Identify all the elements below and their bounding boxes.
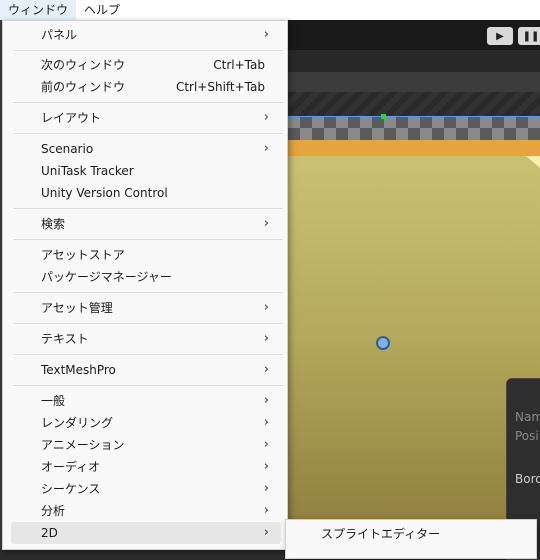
menu-item-asset-management[interactable]: アセット管理 › (11, 297, 281, 319)
menu-separator (13, 323, 283, 324)
menu-help[interactable]: ヘルプ (76, 0, 128, 20)
menu-item-label: レイアウト (41, 111, 102, 125)
inspector-position-label: Posi (515, 429, 539, 443)
chevron-right-icon: › (263, 331, 269, 346)
menu-item-label: アセットストア (41, 248, 125, 262)
menu-item-next-window[interactable]: 次のウィンドウ Ctrl+Tab (11, 54, 281, 76)
menu-separator (13, 385, 283, 386)
menu-item-label: シーケンス (41, 482, 101, 496)
chevron-right-icon: › (263, 362, 269, 377)
menu-item-label: Unity Version Control (41, 186, 168, 200)
menu-item-label: Scenario (41, 142, 94, 156)
editor-tab-strip (288, 50, 540, 72)
inspector-border-label: Bord (515, 472, 540, 486)
chevron-right-icon: › (263, 110, 269, 125)
submenu-2d: スプライトエディター (285, 519, 537, 559)
chevron-right-icon: › (263, 525, 269, 540)
menu-shortcut: Ctrl+Tab (213, 58, 265, 72)
menu-separator (13, 292, 283, 293)
editor-subtoolbar (288, 72, 540, 92)
chevron-right-icon: › (263, 216, 269, 231)
menu-item-label: パッケージマネージャー (41, 270, 172, 284)
rect-handle[interactable] (381, 114, 386, 119)
chevron-right-icon: › (263, 481, 269, 496)
menu-item-panel[interactable]: パネル › (11, 24, 281, 46)
menu-item-2d[interactable]: 2D › (11, 522, 281, 544)
menu-separator (13, 239, 283, 240)
menu-window[interactable]: ウィンドウ (0, 0, 77, 20)
menu-item-label: 2D (41, 526, 58, 540)
menu-item-label: アセット管理 (41, 301, 113, 315)
menu-item-prev-window[interactable]: 前のウィンドウ Ctrl+Shift+Tab (11, 76, 281, 98)
scene-orange-bar (288, 140, 540, 156)
selection-line (288, 116, 540, 117)
menu-item-search[interactable]: 検索 › (11, 213, 281, 235)
scene-view[interactable] (288, 156, 540, 550)
menu-item-label: アニメーション (41, 438, 125, 452)
menu-item-label: テキスト (41, 332, 89, 346)
menu-item-label: 検索 (41, 217, 66, 231)
menu-item-unity-version-control[interactable]: Unity Version Control (11, 182, 281, 204)
submenu-item-sprite-editor[interactable]: スプライトエディター (321, 525, 440, 542)
chevron-right-icon: › (263, 393, 269, 408)
menu-item-label: オーディオ (41, 460, 101, 474)
menu-item-label: 分析 (41, 504, 66, 518)
menu-separator (13, 354, 283, 355)
menu-separator (13, 50, 283, 51)
menu-item-animation[interactable]: アニメーション › (11, 434, 281, 456)
chevron-right-icon: › (263, 459, 269, 474)
menu-item-audio[interactable]: オーディオ › (11, 456, 281, 478)
menu-item-asset-store[interactable]: アセットストア (11, 244, 281, 266)
menu-separator (13, 208, 283, 209)
menu-shortcut: Ctrl+Shift+Tab (175, 80, 265, 94)
menu-item-label: 前のウィンドウ (41, 80, 126, 94)
scene-corner-shape (526, 156, 540, 168)
play-button[interactable]: ▶ (487, 27, 513, 45)
chevron-right-icon: › (263, 437, 269, 452)
menu-item-scenario[interactable]: Scenario › (11, 138, 281, 160)
menu-item-general[interactable]: 一般 › (11, 390, 281, 412)
chevron-right-icon: › (263, 141, 269, 156)
menu-bar: ウィンドウ ヘルプ (0, 0, 540, 20)
inspector-name-label: Nam (515, 410, 540, 424)
menu-item-rendering[interactable]: レンダリング › (11, 412, 281, 434)
pause-button[interactable]: ❚❚ (518, 27, 540, 45)
menu-item-layout[interactable]: レイアウト › (11, 107, 281, 129)
play-icon: ▶ (496, 30, 504, 42)
menu-item-label: UniTask Tracker (41, 164, 134, 178)
menu-separator (13, 133, 283, 134)
chevron-right-icon: › (263, 27, 269, 42)
transparent-checker-strip (288, 116, 540, 140)
menu-item-unitask-tracker[interactable]: UniTask Tracker (11, 160, 281, 182)
window-menu: パネル › 次のウィンドウ Ctrl+Tab 前のウィンドウ Ctrl+Shif… (2, 20, 288, 550)
chevron-right-icon: › (263, 415, 269, 430)
menu-item-label: 一般 (41, 394, 66, 408)
menu-item-label: パネル (41, 28, 78, 42)
editor-hatched-strip (288, 92, 540, 116)
menu-item-label: レンダリング (41, 416, 114, 430)
pause-icon: ❚❚ (522, 30, 540, 42)
menu-item-textmeshpro[interactable]: TextMeshPro › (11, 359, 281, 381)
menu-item-label: TextMeshPro (41, 363, 116, 377)
pivot-handle[interactable] (376, 336, 390, 350)
menu-separator (13, 102, 283, 103)
menu-item-package-manager[interactable]: パッケージマネージャー (11, 266, 281, 288)
menu-item-sequence[interactable]: シーケンス › (11, 478, 281, 500)
menu-item-text[interactable]: テキスト › (11, 328, 281, 350)
chevron-right-icon: › (263, 503, 269, 518)
menu-item-label: 次のウィンドウ (41, 58, 126, 72)
chevron-right-icon: › (263, 300, 269, 315)
menu-item-analysis[interactable]: 分析 › (11, 500, 281, 522)
